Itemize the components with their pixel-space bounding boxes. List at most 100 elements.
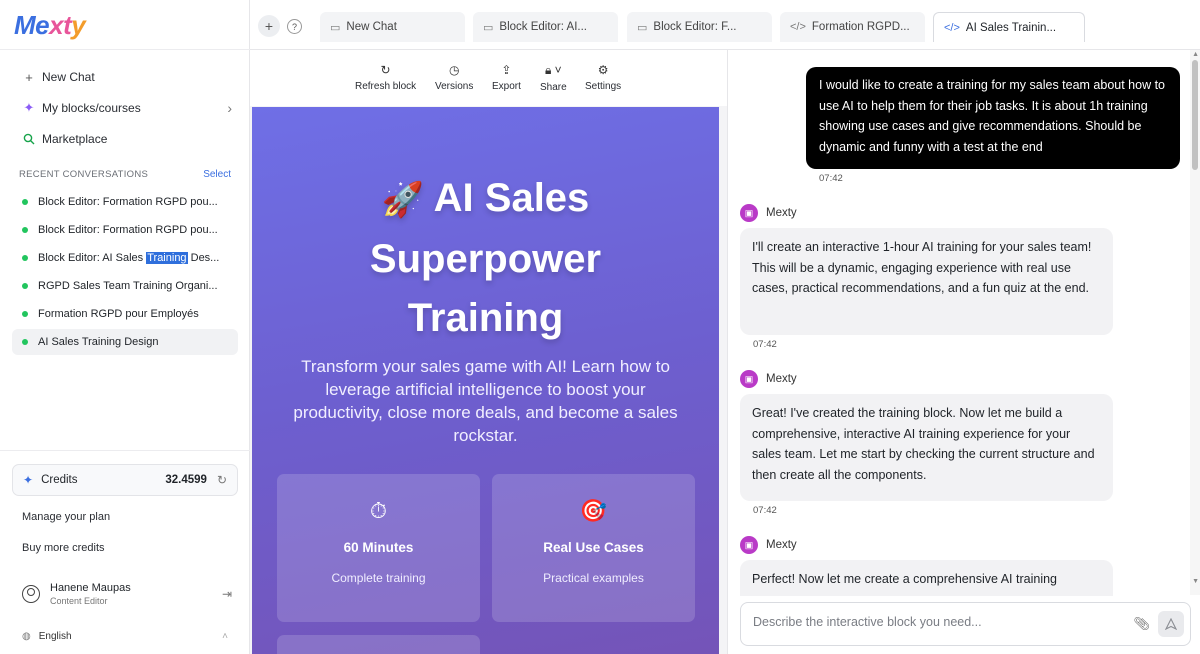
tab-bar: + ? ▭ New Chat ▭ Block Editor: AI... ▭ B… [250,0,1200,50]
chat-icon: ▭ [637,21,648,34]
user-name: Hanene Maupas [50,582,131,594]
training-preview: 🚀 AI Sales Superpower Training Transform… [252,107,719,654]
refresh-block-button[interactable]: ↻ Refresh block [355,63,416,92]
status-dot [22,311,28,317]
hero-title-line: Training [407,296,564,340]
tab-label: Block Editor: F... [653,21,737,33]
settings-label: Settings [585,81,622,92]
buy-credits-link[interactable]: Buy more credits [22,542,105,554]
sparkle-icon: ✦ [23,473,34,487]
sidebar: Mexty + New Chat ✦ My blocks/courses › M… [0,0,250,654]
share-button[interactable]: 🔒︎ ˅ Share [540,63,567,93]
plus-icon: + [25,69,33,85]
chat-panel: I would like to create a training for my… [727,50,1200,654]
chevron-up-icon: ˄ [222,631,228,642]
tab-label: Block Editor: AI... [499,21,587,33]
bot-header: ▣ Mexty [740,370,797,388]
bot-message: Perfect! Now let me create a comprehensi… [740,560,1113,596]
feature-card: 🎯 Real Use Cases Practical examples [492,474,695,622]
conversation-item[interactable]: RGPD Sales Team Training Organi... [12,273,238,299]
refresh-block-label: Refresh block [355,81,417,92]
feature-card-title: 60 Minutes [343,540,414,555]
bot-message: Great! I've created the training block. … [740,394,1113,501]
recent-conversations-heading: RECENT CONVERSATIONS [19,169,149,180]
app-root: Mexty + New Chat ✦ My blocks/courses › M… [0,0,1200,654]
help-icon[interactable]: ? [287,19,302,34]
chat-composer: 📎︎ [740,602,1191,646]
nav-marketplace-label: Marketplace [42,132,108,146]
tab-formation-rgpd[interactable]: </> Formation RGPD... [780,12,925,42]
app-logo[interactable]: Mexty [14,10,86,41]
send-button[interactable] [1158,611,1184,637]
sidebar-divider [0,450,250,451]
feature-card-desc: Practical examples [543,571,644,585]
language-selector[interactable]: ◍ English ˄ [22,631,228,642]
hero-title-line: Superpower [369,237,602,281]
code-icon: </> [944,21,960,34]
versions-label: Versions [435,81,474,92]
conversation-title-part: Block Editor: AI Sales [38,252,147,264]
logout-icon[interactable]: ⇥ [222,587,232,601]
refresh-icon: ↻ [380,63,391,77]
chat-input[interactable] [753,615,1113,629]
conversation-item[interactable]: Block Editor: Formation RGPD pou... [12,217,238,243]
select-button[interactable]: Select [203,169,231,180]
user-info: Hanene Maupas Content Editor [50,582,131,606]
tab-block-editor-f[interactable]: ▭ Block Editor: F... [627,12,772,42]
chat-icon: ▭ [483,21,494,34]
conversation-item[interactable]: Formation RGPD pour Employés [12,301,238,327]
bot-name: Mexty [766,207,797,219]
feature-card-partial [277,635,480,654]
credits-label: Credits [41,474,78,486]
new-tab-button[interactable]: + [258,15,280,37]
lock-icon: 🔒︎ ˅ [544,63,562,77]
feature-card: ⏱ 60 Minutes Complete training [277,474,480,622]
refresh-icon[interactable]: ↻ [217,473,227,487]
paperclip-icon[interactable]: 📎︎ [1133,616,1150,632]
user-role: Content Editor [50,596,108,606]
credits-panel: ✦ Credits 32.4599 ↻ [12,464,238,496]
conversation-item[interactable]: Block Editor: Formation RGPD pou... [12,189,238,215]
gear-icon: ⚙ [597,63,609,77]
settings-button[interactable]: ⚙ Settings [585,63,621,92]
versions-button[interactable]: ◷ Versions [435,63,473,92]
send-icon [1165,618,1177,630]
tab-new-chat[interactable]: ▭ New Chat [320,12,465,42]
tab-ai-sales-training[interactable]: </> AI Sales Trainin... [933,12,1085,42]
conversation-title: Block Editor: Formation RGPD pou... [38,224,218,236]
chevron-right-icon: › [227,100,232,116]
conversation-item-active[interactable]: AI Sales Training Design [12,329,238,355]
sparkle-icon: ✦ [23,100,35,115]
export-icon: ⇪ [501,63,512,77]
share-label: Share [540,82,567,93]
conversation-title: Formation RGPD pour Employés [38,308,199,320]
nav-my-blocks[interactable]: ✦ My blocks/courses › [22,98,232,118]
scroll-up-icon[interactable]: ▲ [1192,51,1199,58]
conversation-title: Block Editor: AI Sales Training Des... [38,252,219,264]
tab-label: Formation RGPD... [811,21,910,33]
chat-scrollbar[interactable]: ▲ ▼ [1190,50,1200,595]
hero-title-line: 🚀 AI Sales [252,169,719,230]
manage-plan-link[interactable]: Manage your plan [22,511,110,523]
message-time: 07:42 [819,173,843,184]
nav-new-chat-label: New Chat [42,70,95,84]
bot-name: Mexty [766,373,797,385]
conversation-item[interactable]: Block Editor: AI Sales Training Des... [12,245,238,271]
scroll-down-icon[interactable]: ▼ [1192,578,1199,585]
hero-subtitle: Transform your sales game with AI! Learn… [293,357,678,445]
block-toolbar: ↻ Refresh block ◷ Versions ⇪ Export 🔒︎ ˅… [250,50,727,106]
nav-marketplace[interactable]: Marketplace [22,129,232,149]
status-dot [22,199,28,205]
scrollbar-thumb[interactable] [1192,60,1198,170]
tab-block-editor-ai[interactable]: ▭ Block Editor: AI... [473,12,618,42]
export-button[interactable]: ⇪ Export [492,63,521,92]
search-icon [22,133,36,145]
nav-new-chat[interactable]: + New Chat [22,67,232,87]
tab-label: AI Sales Trainin... [965,21,1057,34]
target-icon: 🎯 [579,498,608,523]
globe-icon: ◍ [22,631,31,642]
status-dot [22,255,28,261]
hero-title: 🚀 AI Sales Superpower Training [252,169,719,348]
conversation-title-part: Des... [187,252,220,264]
bot-message: I'll create an interactive 1-hour AI tra… [740,228,1113,335]
